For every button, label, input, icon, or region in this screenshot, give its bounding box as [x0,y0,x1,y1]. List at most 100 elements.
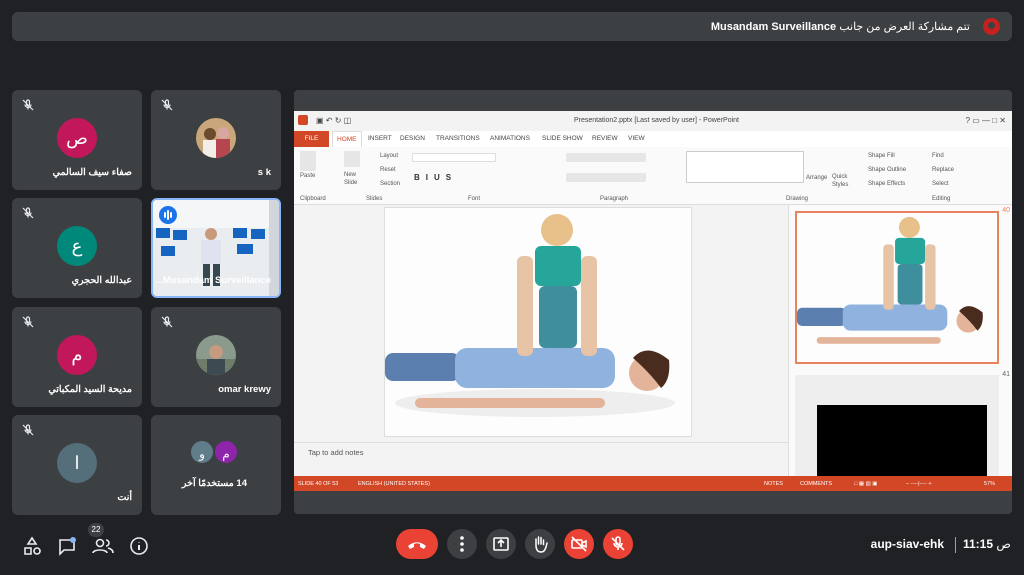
slide-thumbnail[interactable] [795,211,999,364]
comments-button[interactable]: COMMENTS [800,481,832,487]
shape-fill-button[interactable]: Shape Fill [868,153,895,159]
current-slide[interactable] [384,207,692,437]
info-icon[interactable] [127,534,151,558]
quick-styles-button[interactable]: Quick Styles [832,173,852,189]
slide-counter: SLIDE 40 OF 53 [298,481,339,487]
participant-name: صفاء سيف السالمي [52,167,132,178]
language-status[interactable]: ENGLISH (UNITED STATES) [358,481,430,487]
people-icon[interactable] [91,534,115,558]
avatar: م [57,335,97,375]
paste-button[interactable]: Paste [300,173,315,179]
participant-tile[interactable]: s k [151,90,281,190]
presenting-icon [983,18,1000,35]
banner-text: تتم مشاركة العرض من جانب Musandam Survei… [710,21,970,33]
status-bar: SLIDE 40 OF 53 ENGLISH (UNITED STATES) N… [294,476,1012,491]
tab-home[interactable]: HOME [332,131,362,147]
group-label-paragraph: Paragraph [600,196,629,202]
tab-review[interactable]: REVIEW [592,135,618,142]
shapes-gallery[interactable] [686,151,804,183]
raise-hand-button[interactable] [525,529,555,559]
group-label-clipboard: Clipboard [300,196,326,202]
camera-toggle-button[interactable] [564,529,594,559]
group-label-editing: Editing [932,196,951,202]
leave-call-button[interactable] [396,529,438,559]
new-slide-icon[interactable] [344,151,360,167]
paste-icon[interactable] [300,151,316,171]
group-label-drawing: Drawing [786,196,809,202]
arrange-button[interactable]: Arrange [806,175,827,181]
present-screen-button[interactable] [486,529,516,559]
tab-view[interactable]: VIEW [628,135,645,142]
window-title: Presentation2.pptx [Last saved by user] … [574,117,739,124]
tab-design[interactable]: DESIGN [400,135,425,142]
group-label-font: Font [468,196,481,202]
cpr-slide-image [385,208,691,436]
participant-tile[interactable]: ص صفاء سيف السالمي [12,90,142,190]
slide-number: 41 [1002,371,1010,378]
window-controls[interactable]: ? ▭ — □ ✕ [966,116,1006,125]
avatar-photo [196,118,236,158]
powerpoint-window: ▣ ↶ ↻ ◫ Presentation2.pptx [Last saved b… [294,111,1012,491]
view-buttons[interactable]: □ ▦ ▨ ▣ [854,481,878,487]
notes-placeholder[interactable]: Tap to add notes [308,448,363,457]
participant-name: s k [257,167,271,178]
mic-off-icon [22,424,34,436]
more-vert-icon [460,536,464,552]
participant-name: عبدالله الحجري [71,275,132,286]
reset-button[interactable]: Reset [380,167,396,173]
quick-access-icons[interactable]: ▣ ↶ ↻ ◫ [316,116,351,125]
slide-thumbnail[interactable] [795,375,999,476]
new-slide-button[interactable]: New Slide [344,171,362,187]
notes-button[interactable]: NOTES [764,481,783,487]
presenter-name: Musandam Surveillance [710,21,837,33]
hand-icon [535,536,548,553]
avatar: م [213,439,239,465]
chat-icon[interactable] [55,534,79,558]
mic-toggle-button[interactable] [603,529,633,559]
editor-area: Tap to add notes 40 41 [294,205,1012,476]
font-name-select[interactable] [412,153,496,162]
shared-screen: ▣ ↶ ↻ ◫ Presentation2.pptx [Last saved b… [294,90,1012,514]
select-button[interactable]: Select [932,181,949,187]
avatar: ص [57,118,97,158]
section-button[interactable]: Section [380,181,400,187]
clock: ص 11:15 [963,537,1011,551]
activities-icon[interactable] [20,534,44,558]
slide-number: 40 [1002,207,1010,214]
tab-insert[interactable]: INSERT [368,135,392,142]
layout-button[interactable]: Layout [380,153,398,159]
shape-effects-button[interactable]: Shape Effects [868,181,905,187]
tab-slide-show[interactable]: SLIDE SHOW [542,135,583,142]
alignment-controls[interactable] [566,173,646,182]
participant-video-tile[interactable]: ...Musandam Surveillance [151,198,281,298]
mic-off-icon [161,99,173,111]
avatar: ع [57,226,97,266]
participant-name: أنت [117,492,132,503]
mic-off-icon [161,316,173,328]
self-tile[interactable]: ا أنت [12,415,142,515]
mic-off-icon [22,207,34,219]
participant-tile[interactable]: م مديحة السيد المكباتي [12,307,142,407]
paragraph-controls[interactable] [566,153,646,162]
zoom-slider[interactable]: − ----|---- + [906,481,932,487]
font-format-buttons[interactable]: BIUS [414,173,457,182]
others-count-label: 14 مستخدمًا آخر [181,478,247,489]
others-tile[interactable]: و م 14 مستخدمًا آخر [151,415,281,515]
participant-tile[interactable]: ع عبدالله الحجري [12,198,142,298]
video-placeholder [817,405,987,476]
zoom-level[interactable]: 57% [984,481,995,487]
more-options-button[interactable] [447,529,477,559]
shape-outline-button[interactable]: Shape Outline [868,167,906,173]
tab-transitions[interactable]: TRANSITIONS [436,135,480,142]
tab-animations[interactable]: ANIMATIONS [490,135,530,142]
mic-off-icon [22,316,34,328]
speaking-indicator-icon [159,206,177,224]
group-label-slides: Slides [366,196,383,202]
presentation-banner: تتم مشاركة العرض من جانب Musandam Survei… [12,12,1012,41]
replace-button[interactable]: Replace [932,167,954,173]
tab-file[interactable]: FILE [294,131,329,147]
participant-tile[interactable]: omar krewy [151,307,281,407]
find-button[interactable]: Find [932,153,944,159]
participant-name: ...Musandam Surveillance [154,275,271,286]
mic-off-icon [611,536,625,551]
